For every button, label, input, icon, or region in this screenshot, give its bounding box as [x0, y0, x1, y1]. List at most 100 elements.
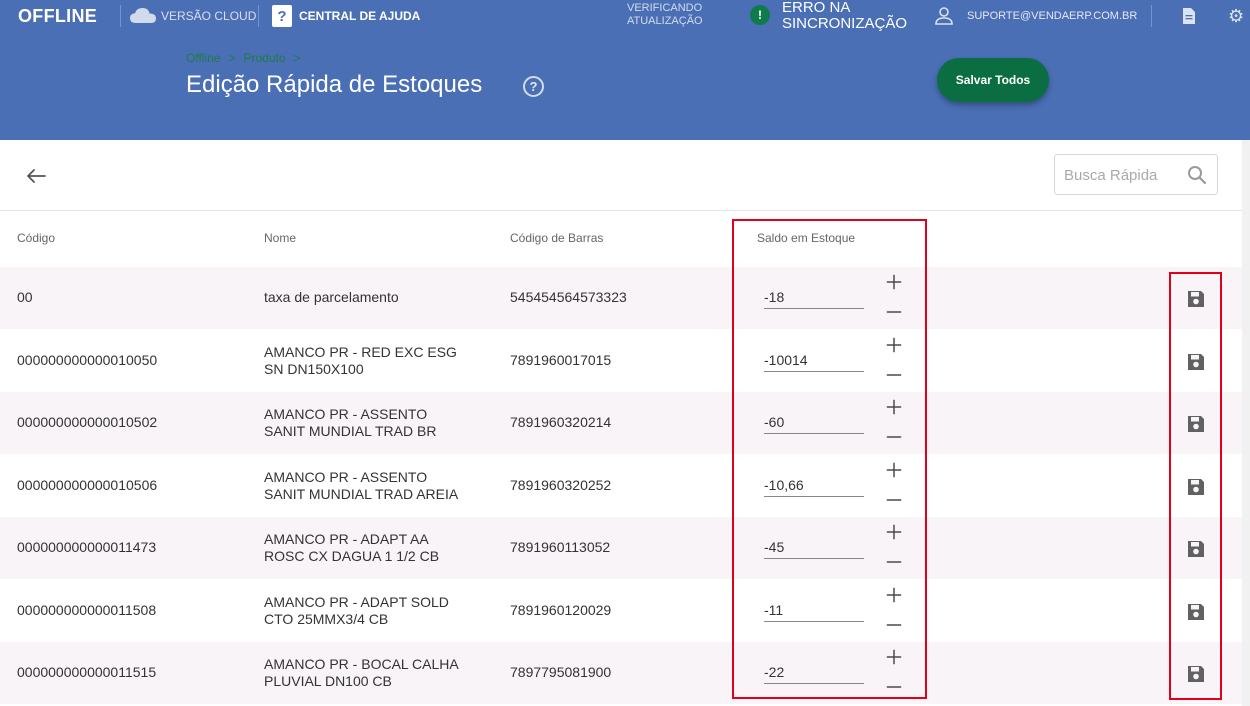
cell-code: 000000000000010502 [17, 414, 158, 430]
help-center-link[interactable]: ? CENTRAL DE AJUDA [272, 5, 420, 27]
minus-icon[interactable] [885, 491, 903, 509]
cell-code: 000000000000011508 [17, 602, 157, 618]
sync-error-line1: ERRO NA [782, 0, 851, 16]
breadcrumb-separator: > [293, 51, 301, 65]
cell-code: 000000000000011473 [17, 539, 157, 555]
cloud-version-link[interactable]: VERSÃO CLOUD [130, 8, 256, 24]
gear-icon[interactable]: ⚙ [1228, 7, 1244, 25]
cell-name-line1: AMANCO PR - RED EXC ESG [264, 344, 457, 360]
cell-code: 000000000000010506 [17, 477, 158, 493]
page-title: Edição Rápida de Estoques [186, 71, 483, 98]
minus-icon[interactable] [885, 553, 903, 571]
update-status: VERIFICANDO ATUALIZAÇÃO [627, 2, 703, 28]
scrollbar-track[interactable] [1242, 140, 1250, 706]
table-row: 000000000000011515 AMANCO PR - BOCAL CALH… [0, 642, 1242, 704]
stock-input[interactable] [764, 474, 864, 497]
stock-input[interactable] [764, 286, 864, 309]
stock-input[interactable] [764, 349, 864, 372]
table-row: 00 taxa de parcelamento 545454564573323 [0, 267, 1242, 329]
cell-name: taxa de parcelamento [264, 289, 494, 306]
cell-barcode: 7891960017015 [510, 352, 612, 368]
quick-search-input[interactable] [1064, 165, 1182, 185]
topbar-divider [258, 5, 259, 27]
stock-input[interactable] [764, 536, 864, 559]
plus-icon[interactable] [885, 586, 903, 604]
cell-barcode: 7891960320214 [510, 414, 612, 430]
user-email[interactable]: SUPORTE@VENDAERP.COM.BR [967, 10, 1137, 22]
cell-name: AMANCO PR - ASSENTO SANIT MUNDIAL TRAD AR… [264, 469, 494, 503]
cell-name: AMANCO PR - BOCAL CALHA PLUVIAL DN100 CB [264, 656, 494, 690]
cell-code: 00 [17, 289, 33, 305]
document-icon[interactable] [1182, 8, 1196, 24]
toolbar-divider [0, 210, 1250, 211]
sync-error-line2: SINCRONIZAÇÃO [782, 15, 908, 32]
help-center-label: CENTRAL DE AJUDA [299, 9, 421, 23]
cell-name-line1: AMANCO PR - ASSENTO [264, 469, 428, 485]
save-all-button[interactable]: Salvar Todos [937, 58, 1049, 102]
minus-icon[interactable] [885, 616, 903, 634]
top-bar: OFFLINE VERSÃO CLOUD ? CENTRAL DE AJUDA … [0, 0, 1250, 32]
cell-name-line2: CTO 25MMX3/4 CB [264, 611, 389, 627]
breadcrumb-item-offline[interactable]: Offline [186, 51, 220, 65]
stock-input[interactable] [764, 411, 864, 434]
save-disk-icon[interactable] [1186, 539, 1206, 559]
sync-error-status[interactable]: ERRO NA SINCRONIZAÇÃO [782, 0, 907, 32]
cell-name-line2: SANIT MUNDIAL TRAD AREIA [264, 486, 459, 502]
cell-barcode: 545454564573323 [510, 289, 627, 305]
update-status-line2: ATUALIZAÇÃO [627, 15, 703, 27]
save-disk-icon[interactable] [1186, 414, 1206, 434]
cell-name: AMANCO PR - ADAPT SOLD CTO 25MMX3/4 CB [264, 594, 494, 628]
brand-offline[interactable]: OFFLINE [18, 6, 97, 27]
save-disk-icon[interactable] [1186, 352, 1206, 372]
table-row: 000000000000010050 AMANCO PR - RED EXC ES… [0, 330, 1242, 392]
breadcrumb: Offline > Produto > [186, 51, 301, 65]
cloud-icon [130, 8, 156, 23]
minus-icon[interactable] [885, 678, 903, 696]
cell-name-line2: PLUVIAL DN100 CB [264, 673, 392, 689]
back-arrow-icon[interactable] [24, 164, 48, 188]
plus-icon[interactable] [885, 273, 903, 291]
table-row: 000000000000010506 AMANCO PR - ASSENTO SAN… [0, 455, 1242, 517]
save-disk-icon[interactable] [1186, 664, 1206, 684]
user-icon[interactable] [934, 6, 954, 26]
cell-name-line1: AMANCO PR - ADAPT SOLD [264, 594, 449, 610]
cell-code: 000000000000010050 [17, 352, 158, 368]
column-header-barcode: Código de Barras [510, 231, 604, 245]
cell-name-line1: AMANCO PR - BOCAL CALHA [264, 656, 459, 672]
cell-name: AMANCO PR - ADAPT AA ROSC CX DAGUA 1 1/2 … [264, 531, 494, 565]
cell-name-line2: SANIT MUNDIAL TRAD BR [264, 423, 437, 439]
cell-barcode: 7891960120029 [510, 602, 612, 618]
plus-icon[interactable] [885, 461, 903, 479]
cell-code: 000000000000011515 [17, 664, 157, 680]
cell-name: AMANCO PR - ASSENTO SANIT MUNDIAL TRAD BR [264, 406, 494, 440]
minus-icon[interactable] [885, 428, 903, 446]
help-circle-icon[interactable]: ? [523, 76, 544, 97]
column-header-name: Nome [264, 231, 297, 245]
stock-input[interactable] [764, 661, 864, 684]
save-disk-icon[interactable] [1186, 602, 1206, 622]
save-disk-icon[interactable] [1186, 477, 1206, 497]
cell-barcode: 7891960113052 [510, 539, 611, 555]
minus-icon[interactable] [885, 366, 903, 384]
plus-icon[interactable] [885, 648, 903, 666]
quick-search-box[interactable] [1054, 154, 1218, 195]
topbar-divider [1151, 5, 1152, 27]
plus-icon[interactable] [885, 398, 903, 416]
plus-icon[interactable] [885, 336, 903, 354]
table-row: 000000000000011473 AMANCO PR - ADAPT AA RO… [0, 517, 1242, 579]
cell-barcode: 7897795081900 [510, 664, 612, 680]
breadcrumb-separator: > [228, 51, 236, 65]
cell-name-line2: ROSC CX DAGUA 1 1/2 CB [264, 548, 440, 564]
plus-icon[interactable] [885, 523, 903, 541]
minus-icon[interactable] [885, 303, 903, 321]
alert-icon[interactable]: ! [750, 5, 770, 25]
cell-name-line1: AMANCO PR - ADAPT AA [264, 531, 429, 547]
stock-input[interactable] [764, 599, 864, 622]
table-row: 000000000000011508 AMANCO PR - ADAPT SOLD… [0, 580, 1242, 642]
cell-name: AMANCO PR - RED EXC ESG SN DN150X100 [264, 344, 494, 378]
column-header-stock: Saldo em Estoque [757, 231, 856, 245]
breadcrumb-item-produto[interactable]: Produto [243, 51, 285, 65]
save-disk-icon[interactable] [1186, 289, 1206, 309]
cloud-version-label: VERSÃO CLOUD [161, 9, 257, 23]
search-icon[interactable] [1187, 165, 1207, 185]
